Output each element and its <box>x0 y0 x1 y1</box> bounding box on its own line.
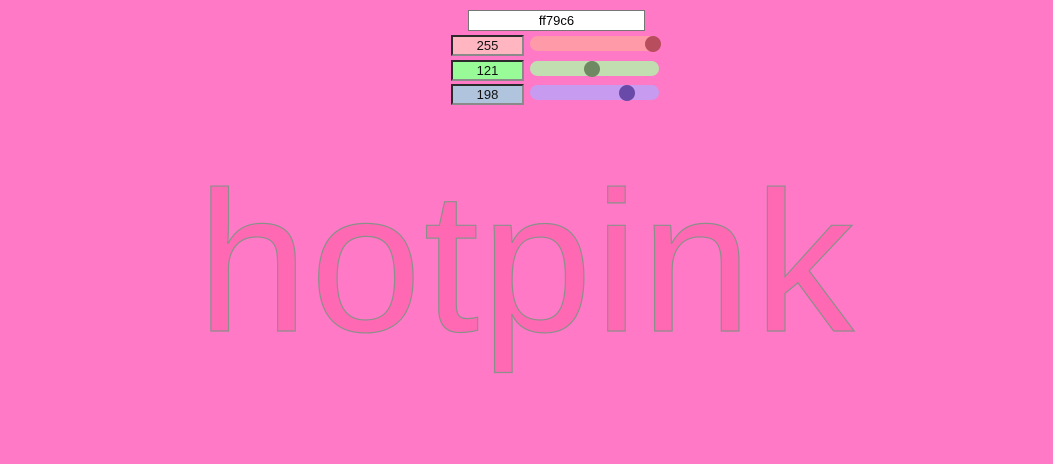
hex-color-input[interactable] <box>468 10 645 31</box>
green-slider-thumb[interactable] <box>583 60 600 77</box>
green-slider[interactable] <box>530 60 659 77</box>
blue-slider-thumb[interactable] <box>618 84 635 101</box>
blue-slider[interactable] <box>530 84 659 101</box>
blue-value-input[interactable] <box>451 84 524 105</box>
blue-channel-row <box>451 84 661 105</box>
color-name-display: hotpink <box>196 150 856 374</box>
green-channel-row <box>451 60 661 81</box>
red-channel-row <box>451 35 661 56</box>
red-slider[interactable] <box>530 35 661 52</box>
red-value-input[interactable] <box>451 35 524 56</box>
green-value-input[interactable] <box>451 60 524 81</box>
red-slider-thumb[interactable] <box>645 35 661 52</box>
